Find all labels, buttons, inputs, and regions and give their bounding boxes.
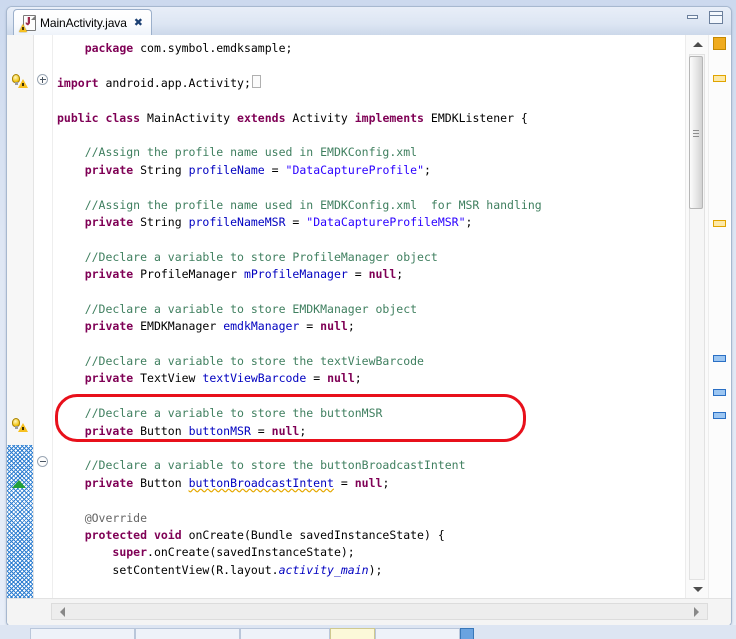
tab-mainactivity-java[interactable]: MainActivity.java ✖ xyxy=(13,9,152,35)
code-line: private Button buttonBroadcastIntent = n… xyxy=(53,475,666,492)
code-line: //Declare a variable to store the button… xyxy=(53,457,666,474)
horizontal-scrollbar-track[interactable] xyxy=(51,603,708,620)
bottom-view-cell[interactable] xyxy=(375,628,460,639)
warned-identifier: buttonBroadcastIntent xyxy=(189,476,334,490)
code-line: @Override xyxy=(53,510,666,527)
code-line: private EMDKManager emdkManager = null; xyxy=(53,318,666,335)
code-line xyxy=(53,283,666,300)
bottom-view-cell[interactable] xyxy=(460,628,474,639)
code-line xyxy=(53,579,666,596)
scroll-up-arrow-icon[interactable] xyxy=(690,37,705,52)
code-line: package com.symbol.emdksample; xyxy=(53,40,666,57)
code-line: //Declare a variable to store the button… xyxy=(53,405,666,422)
fold-expand-icon[interactable] xyxy=(37,74,48,85)
quick-diff-arrow-icon xyxy=(12,480,26,488)
source-code[interactable]: package com.symbol.emdksample; import an… xyxy=(53,40,666,599)
collapsed-import-box xyxy=(252,75,261,88)
code-line xyxy=(53,179,666,196)
bottom-view-cell[interactable] xyxy=(135,628,240,639)
code-line: private ProfileManager mProfileManager =… xyxy=(53,266,666,283)
fold-collapse-icon[interactable] xyxy=(37,456,48,467)
folding-gutter[interactable] xyxy=(34,35,53,599)
overview-ruler[interactable] xyxy=(708,35,730,599)
overview-marker-occurrence[interactable] xyxy=(713,355,726,362)
window-controls xyxy=(686,11,723,24)
code-line xyxy=(53,440,666,457)
code-line: //Assign the profile name used in EMDKCo… xyxy=(53,197,666,214)
code-line xyxy=(53,388,666,405)
code-line: super.onCreate(savedInstanceState); xyxy=(53,544,666,561)
minimize-icon[interactable] xyxy=(686,12,699,23)
code-line xyxy=(53,57,666,74)
vertical-scrollbar-thumb[interactable] xyxy=(689,56,703,209)
code-line: private String profileName = "DataCaptur… xyxy=(53,162,666,179)
code-line xyxy=(53,492,666,509)
code-line: //Declare a variable to store ProfileMan… xyxy=(53,249,666,266)
bottom-view-cell[interactable] xyxy=(240,628,330,639)
code-line xyxy=(53,336,666,353)
editor-body: package com.symbol.emdksample; import an… xyxy=(7,35,731,626)
overview-marker-warning[interactable] xyxy=(713,220,726,227)
editor-tab-strip: MainActivity.java ✖ xyxy=(7,7,731,36)
code-line: //Assign the profile name used in EMDKCo… xyxy=(53,144,666,161)
code-line: public class MainActivity extends Activi… xyxy=(53,110,666,127)
code-line xyxy=(53,127,666,144)
scroll-down-arrow-icon[interactable] xyxy=(690,582,705,597)
code-line: protected void onCreate(Bundle savedInst… xyxy=(53,527,666,544)
tab-label: MainActivity.java xyxy=(40,16,127,30)
scroll-left-arrow-icon[interactable] xyxy=(55,604,70,619)
close-icon[interactable]: ✖ xyxy=(134,17,143,28)
bottom-view-cell[interactable] xyxy=(30,628,135,639)
code-area[interactable]: package com.symbol.emdksample; import an… xyxy=(53,35,686,599)
scroll-right-arrow-icon[interactable] xyxy=(689,604,704,619)
code-line: private Button buttonMSR = null; xyxy=(53,423,666,440)
overview-status-icon[interactable] xyxy=(713,37,726,50)
maximize-icon[interactable] xyxy=(709,11,723,24)
code-line: private String profileNameMSR = "DataCap… xyxy=(53,214,666,231)
overview-marker-occurrence[interactable] xyxy=(713,389,726,396)
code-line: import android.app.Activity; xyxy=(53,75,666,92)
overview-marker-warning[interactable] xyxy=(713,75,726,82)
change-bar xyxy=(7,445,33,610)
vertical-scrollbar[interactable] xyxy=(685,35,709,599)
code-line xyxy=(53,92,666,109)
warning-marker-icon[interactable] xyxy=(12,417,28,432)
warning-marker-icon[interactable] xyxy=(12,73,28,88)
code-line: private TextView textViewBarcode = null; xyxy=(53,370,666,387)
eclipse-editor-screenshot: MainActivity.java ✖ xyxy=(0,0,736,639)
editor-part: MainActivity.java ✖ xyxy=(6,6,732,627)
code-line xyxy=(53,231,666,248)
code-line: setContentView(R.layout.activity_main); xyxy=(53,562,666,579)
code-line: //Declare a variable to store EMDKManage… xyxy=(53,301,666,318)
overview-marker-occurrence[interactable] xyxy=(713,412,726,419)
annotation-gutter[interactable] xyxy=(7,35,34,599)
bottom-view-cell[interactable] xyxy=(330,628,375,639)
bottom-view-strip xyxy=(0,625,736,639)
horizontal-scrollbar[interactable] xyxy=(7,598,731,626)
java-file-warning-icon xyxy=(20,15,35,31)
code-line: //Declare a variable to store the textVi… xyxy=(53,353,666,370)
